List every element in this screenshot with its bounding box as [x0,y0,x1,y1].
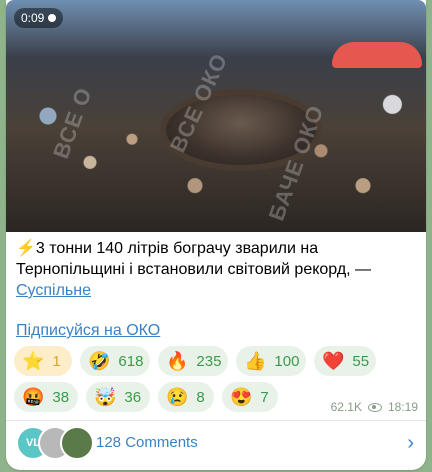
message-bubble: ВСЕ О ВСЕ ОКО БАЧЕ ОКО 0:09 ⚡3 тонни 140… [6,0,426,470]
mind-blown-icon: 🤯 [94,387,117,407]
reaction-star[interactable]: ⭐ 1 [14,346,72,376]
thumbs-up-icon: 👍 [244,351,267,371]
reaction-heart-eyes[interactable]: 😍 7 [222,382,278,412]
reaction-count: 7 [260,388,269,406]
subscribe-link[interactable]: Підписуйся на ОКО [16,322,160,340]
chevron-right-icon: › [407,432,414,454]
reaction-count: 100 [274,352,300,370]
reaction-sad[interactable]: 😢 8 [158,382,214,412]
reaction-count: 55 [352,352,370,370]
star-icon: ⭐ [22,351,45,371]
commenter-avatars: VL [16,426,96,462]
post-text: ⚡3 тонни 140 літрів бограчу зварили на Т… [16,238,412,301]
heart-icon: ❤️ [322,351,345,371]
comments-row[interactable]: VL 128 Comments › [6,422,426,468]
divider [6,420,426,421]
lightning-icon: ⚡ [16,240,36,257]
reaction-thumbs-up[interactable]: 👍 100 [236,346,306,376]
source-link[interactable]: Суспільне [16,282,91,299]
muted-icon [48,14,57,22]
rofl-icon: 🤣 [88,351,111,371]
eye-icon [367,402,382,412]
reaction-count: 618 [118,352,144,370]
message-time: 18:19 [387,400,418,414]
fire-icon: 🔥 [166,351,189,371]
reaction-count: 36 [124,388,142,406]
video-duration: 0:09 [21,11,45,25]
view-count: 62.1K [330,400,362,414]
reaction-fire[interactable]: 🔥 235 [158,346,228,376]
crying-face-icon: 😢 [166,387,189,407]
reaction-count: 1 [52,352,61,370]
video-thumbnail[interactable]: ВСЕ О ВСЕ ОКО БАЧЕ ОКО 0:09 [6,0,426,232]
reaction-mind-blown[interactable]: 🤯 36 [86,382,150,412]
video-duration-badge: 0:09 [14,8,64,28]
reaction-rofl[interactable]: 🤣 618 [80,346,150,376]
reaction-count: 235 [196,352,222,370]
comments-label[interactable]: 128 Comments [96,434,198,451]
message-meta: 62.1K 18:19 [331,400,418,414]
reaction-angry[interactable]: 🤬 38 [14,382,78,412]
reaction-count: 38 [52,388,70,406]
post-body: 3 тонни 140 літрів бограчу зварили на Те… [16,240,372,278]
reaction-count: 8 [196,388,205,406]
reaction-heart[interactable]: ❤️ 55 [314,346,376,376]
avatar [60,426,94,460]
angry-face-icon: 🤬 [22,387,45,407]
umbrella-image [332,42,422,68]
heart-eyes-icon: 😍 [230,387,253,407]
